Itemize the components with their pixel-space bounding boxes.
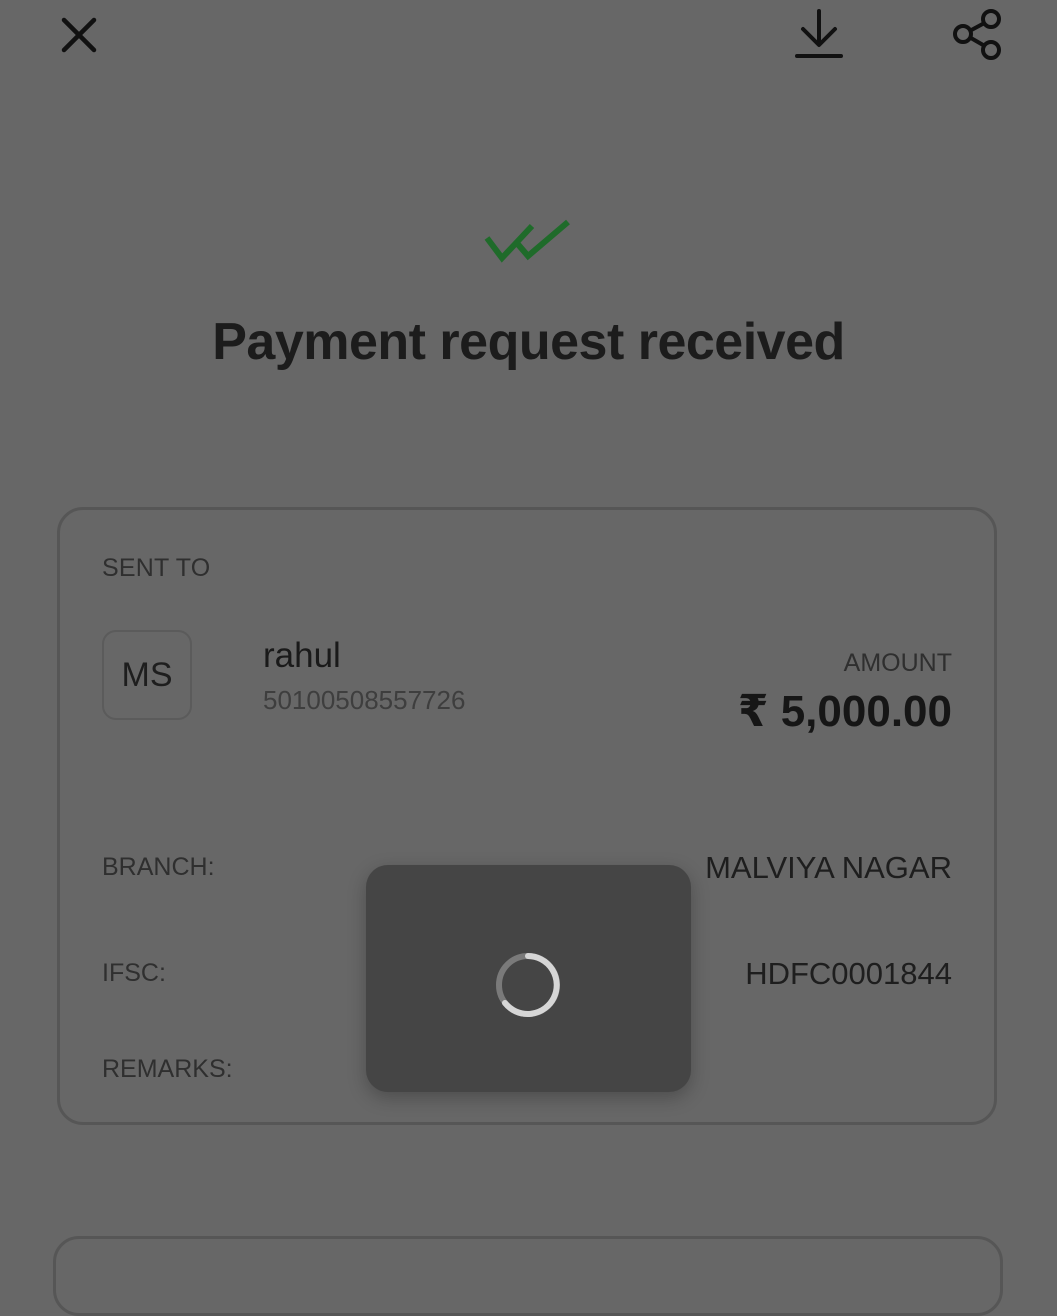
loading-spinner-icon <box>496 953 560 1017</box>
share-icon <box>953 9 1001 60</box>
amount-value: ₹ 5,000.00 <box>737 687 952 736</box>
download-icon <box>795 9 843 58</box>
avatar-initials: MS <box>121 655 173 694</box>
account-number: 50100508557726 <box>263 685 466 715</box>
amount-label: AMOUNT <box>843 649 952 677</box>
secondary-card <box>53 1236 1003 1316</box>
remarks-label: REMARKS: <box>102 1055 233 1083</box>
page-title: Payment request received <box>212 313 845 371</box>
loading-dialog <box>366 865 691 1092</box>
close-button[interactable] <box>56 12 102 58</box>
top-bar <box>0 0 1057 80</box>
avatar: MS <box>102 630 192 720</box>
recipient-name: rahul <box>263 636 341 675</box>
ifsc-label: IFSC: <box>102 959 166 987</box>
sent-to-label: SENT TO <box>102 554 211 582</box>
branch-value: MALVIYA NAGAR <box>705 850 952 885</box>
share-button[interactable] <box>948 6 1006 64</box>
download-button[interactable] <box>790 6 848 64</box>
close-icon <box>61 17 97 53</box>
branch-label: BRANCH: <box>102 853 215 881</box>
double-check-icon <box>484 219 570 263</box>
ifsc-value: HDFC0001844 <box>745 956 952 991</box>
